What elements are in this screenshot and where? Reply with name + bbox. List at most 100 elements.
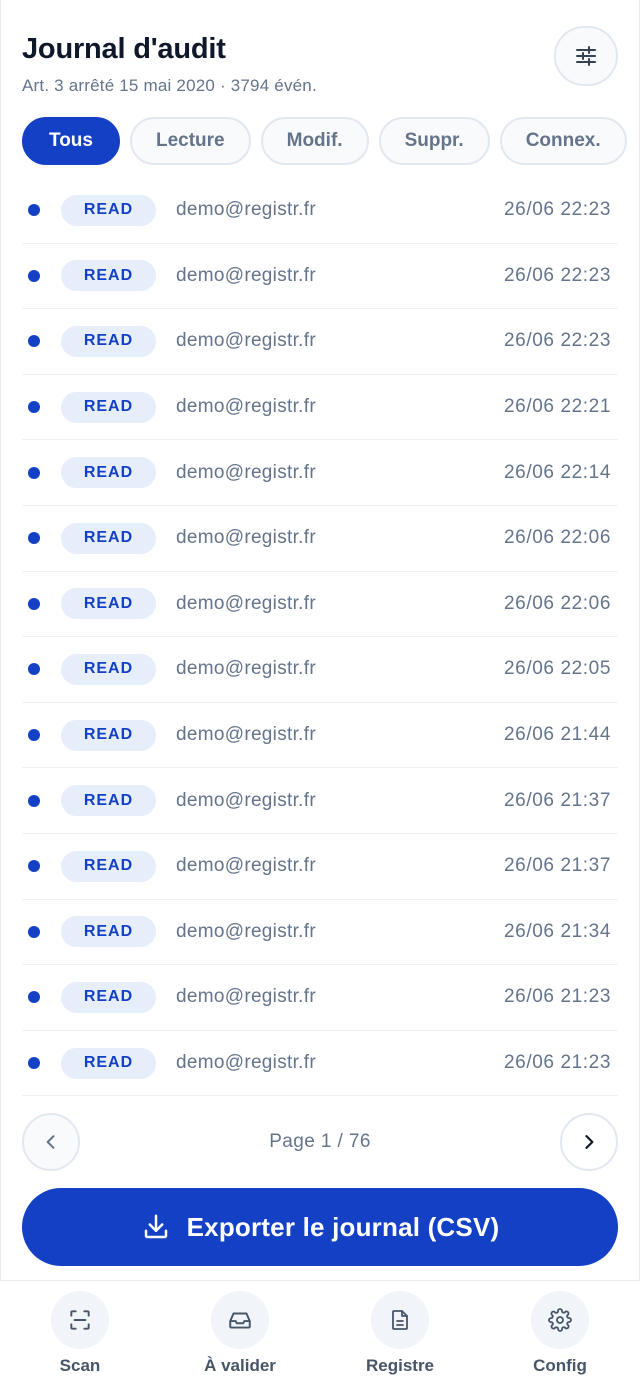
status-dot bbox=[28, 729, 40, 742]
frame-edge-left bbox=[0, 0, 1, 1385]
status-dot bbox=[28, 991, 40, 1004]
event-user: demo@registr.fr bbox=[176, 920, 316, 942]
event-user: demo@registr.fr bbox=[176, 855, 316, 877]
filter-chips: Tous Lecture Modif. Suppr. Connex. bbox=[22, 117, 640, 167]
event-row[interactable]: READ demo@registr.fr 26/06 22:06 bbox=[22, 572, 618, 638]
event-user: demo@registr.fr bbox=[176, 658, 316, 680]
export-csv-button[interactable]: Exporter le journal (CSV) bbox=[22, 1188, 618, 1266]
event-time: 26/06 21:23 bbox=[504, 1052, 611, 1074]
tab-label: À valider bbox=[204, 1356, 276, 1375]
event-row[interactable]: READ demo@registr.fr 26/06 22:14 bbox=[22, 440, 618, 506]
action-badge: READ bbox=[61, 981, 156, 1013]
status-dot bbox=[28, 925, 40, 938]
gear-icon bbox=[531, 1291, 589, 1349]
event-row[interactable]: READ demo@registr.fr 26/06 22:23 bbox=[22, 178, 618, 244]
action-badge: READ bbox=[61, 653, 156, 685]
tab-registre[interactable]: Registre bbox=[320, 1281, 480, 1385]
event-user: demo@registr.fr bbox=[176, 789, 316, 811]
event-time: 26/06 21:37 bbox=[504, 855, 611, 877]
sliders-icon bbox=[576, 46, 596, 66]
status-dot bbox=[28, 401, 40, 414]
event-row[interactable]: READ demo@registr.fr 26/06 22:23 bbox=[22, 244, 618, 310]
event-time: 26/06 21:23 bbox=[504, 986, 611, 1008]
action-badge: READ bbox=[61, 325, 156, 357]
tab-scan[interactable]: Scan bbox=[0, 1281, 160, 1385]
pagination: Page 1 / 76 bbox=[22, 1112, 618, 1172]
event-row[interactable]: READ demo@registr.fr 26/06 21:34 bbox=[22, 900, 618, 966]
event-user: demo@registr.fr bbox=[176, 396, 316, 418]
next-page-button[interactable] bbox=[560, 1113, 618, 1171]
action-badge: READ bbox=[61, 391, 156, 423]
event-user: demo@registr.fr bbox=[176, 264, 316, 286]
tab-label: Registre bbox=[365, 1356, 435, 1375]
chevron-left-icon bbox=[46, 1135, 55, 1149]
chip-connex[interactable]: Connex. bbox=[499, 117, 627, 165]
audit-event-list: READ demo@registr.fr 26/06 22:23 READ demo@… bbox=[22, 178, 618, 1097]
event-time: 26/06 22:23 bbox=[504, 199, 611, 221]
chip-suppr[interactable]: Suppr. bbox=[378, 117, 490, 165]
status-dot bbox=[28, 1057, 40, 1070]
event-user: demo@registr.fr bbox=[176, 724, 316, 746]
tab-label: Scan bbox=[59, 1356, 101, 1375]
action-badge: READ bbox=[61, 522, 156, 554]
event-row[interactable]: READ demo@registr.fr 26/06 22:05 bbox=[22, 637, 618, 703]
status-dot bbox=[28, 860, 40, 873]
page-header: Journal d'audit Art. 3 arrêté 15 mai 202… bbox=[22, 26, 618, 110]
scan-icon bbox=[51, 1291, 109, 1349]
event-time: 26/06 21:44 bbox=[504, 724, 611, 746]
action-badge: READ bbox=[61, 194, 156, 226]
event-row[interactable]: READ demo@registr.fr 26/06 22:21 bbox=[22, 375, 618, 441]
status-dot bbox=[28, 204, 40, 217]
chip-tous[interactable]: Tous bbox=[22, 117, 120, 165]
event-time: 26/06 22:06 bbox=[504, 592, 611, 614]
action-badge: READ bbox=[61, 588, 156, 620]
event-user: demo@registr.fr bbox=[176, 461, 316, 483]
status-dot bbox=[28, 335, 40, 348]
event-time: 26/06 22:14 bbox=[504, 461, 611, 483]
bottom-tab-bar: Scan À valider Registre Config bbox=[0, 1280, 640, 1385]
page-indicator: Page 1 / 76 bbox=[269, 1131, 371, 1152]
inbox-icon bbox=[211, 1291, 269, 1349]
status-dot bbox=[28, 466, 40, 479]
event-row[interactable]: READ demo@registr.fr 26/06 21:23 bbox=[22, 1031, 618, 1097]
tab-a-valider[interactable]: À valider bbox=[160, 1281, 320, 1385]
action-badge: READ bbox=[61, 260, 156, 292]
tab-label: Config bbox=[533, 1356, 587, 1375]
event-time: 26/06 22:23 bbox=[504, 330, 611, 352]
chevron-right-icon bbox=[585, 1135, 594, 1149]
action-badge: READ bbox=[61, 916, 156, 948]
event-time: 26/06 22:06 bbox=[504, 527, 611, 549]
event-user: demo@registr.fr bbox=[176, 986, 316, 1008]
event-user: demo@registr.fr bbox=[176, 1052, 316, 1074]
filter-button[interactable] bbox=[554, 26, 618, 86]
page-subtitle: Art. 3 arrêté 15 mai 2020 · 3794 évén. bbox=[22, 76, 317, 95]
event-time: 26/06 22:23 bbox=[504, 264, 611, 286]
status-dot bbox=[28, 532, 40, 545]
chip-modif[interactable]: Modif. bbox=[260, 117, 369, 165]
event-time: 26/06 21:37 bbox=[504, 789, 611, 811]
chip-lecture[interactable]: Lecture bbox=[129, 117, 251, 165]
event-time: 26/06 22:05 bbox=[504, 658, 611, 680]
event-row[interactable]: READ demo@registr.fr 26/06 21:44 bbox=[22, 703, 618, 769]
event-user: demo@registr.fr bbox=[176, 330, 316, 352]
status-dot bbox=[28, 269, 40, 282]
event-user: demo@registr.fr bbox=[176, 527, 316, 549]
event-row[interactable]: READ demo@registr.fr 26/06 21:37 bbox=[22, 834, 618, 900]
action-badge: READ bbox=[61, 785, 156, 817]
tab-config[interactable]: Config bbox=[480, 1281, 640, 1385]
event-row[interactable]: READ demo@registr.fr 26/06 22:23 bbox=[22, 309, 618, 375]
action-badge: READ bbox=[61, 719, 156, 751]
event-user: demo@registr.fr bbox=[176, 592, 316, 614]
prev-page-button[interactable] bbox=[22, 1113, 80, 1171]
status-dot bbox=[28, 663, 40, 676]
action-badge: READ bbox=[61, 850, 156, 882]
event-row[interactable]: READ demo@registr.fr 26/06 21:23 bbox=[22, 965, 618, 1031]
event-row[interactable]: READ demo@registr.fr 26/06 21:37 bbox=[22, 768, 618, 834]
document-icon bbox=[371, 1291, 429, 1349]
status-dot bbox=[28, 794, 40, 807]
event-time: 26/06 21:34 bbox=[504, 920, 611, 942]
event-user: demo@registr.fr bbox=[176, 199, 316, 221]
event-time: 26/06 22:21 bbox=[504, 396, 611, 418]
action-badge: READ bbox=[61, 457, 156, 489]
event-row[interactable]: READ demo@registr.fr 26/06 22:06 bbox=[22, 506, 618, 572]
